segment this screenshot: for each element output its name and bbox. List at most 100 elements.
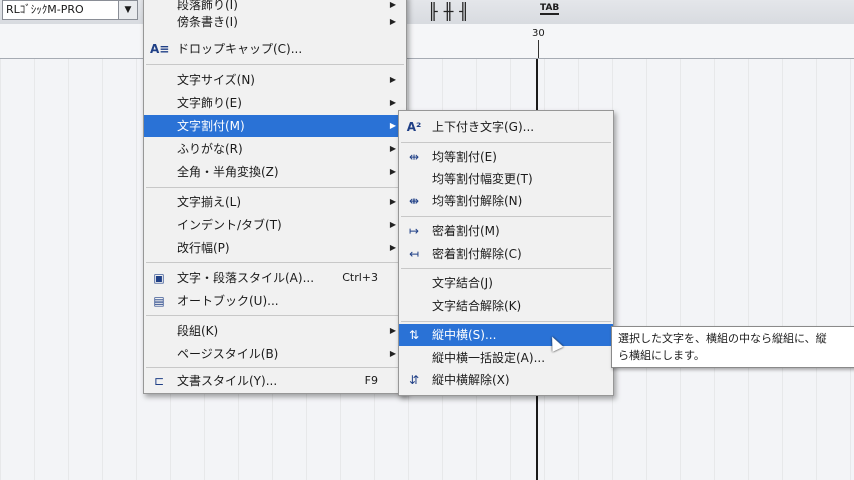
format-menu: 段落飾り(I) ▶ 傍条書き(I) ▶ A≡ ドロップキャップ(C)... 文字… xyxy=(143,0,407,394)
tab-right-icon[interactable]: ╢ xyxy=(459,2,475,21)
submenu-arrow-icon: ▶ xyxy=(389,167,396,176)
menu-separator xyxy=(401,216,611,217)
menu-item-label: ふりがな(R) xyxy=(177,142,243,156)
menu-item-page-style[interactable]: ページスタイル(B) ▶ xyxy=(144,343,406,365)
menu-item-label: オートブック(U)... xyxy=(177,294,279,308)
character-spacing-submenu: A² 上下付き文字(G)... ⇹ 均等割付(E) 均等割付幅変更(T) ⇼ 均… xyxy=(398,110,614,396)
submenu-item-equal-spacing[interactable]: ⇹ 均等割付(E) xyxy=(399,146,613,168)
equal-spacing-icon: ⇹ xyxy=(408,150,420,164)
submenu-arrow-icon: ▶ xyxy=(389,121,396,130)
menu-item-label: インデント/タブ(T) xyxy=(177,218,282,232)
alignment-tools[interactable]: ╟╫╢ xyxy=(428,2,475,21)
submenu-item-superscript[interactable]: A² 上下付き文字(G)... xyxy=(399,116,613,138)
menu-item-drop-cap[interactable]: A≡ ドロップキャップ(C)... xyxy=(144,38,406,60)
menu-item-shortcut: F9 xyxy=(364,374,378,387)
menu-item-width-conversion[interactable]: 全角・半角変換(Z) ▶ xyxy=(144,161,406,183)
document-style-icon: ⊏ xyxy=(153,374,165,388)
submenu-item-tate-chu-yoko-remove[interactable]: ⇵ 縦中横解除(X) xyxy=(399,369,613,391)
tooltip: 選択した文字を、横組の中なら縦組に、縦 ら横組にします。 xyxy=(611,326,854,368)
toolbar: RLｺﾞｼｯｸM-PRO ▼ ╟╫╢ TAB xyxy=(0,0,854,25)
menu-item-columns[interactable]: 段組(K) ▶ xyxy=(144,320,406,342)
font-dropdown-button[interactable]: ▼ xyxy=(118,0,138,20)
menu-item-label: ドロップキャップ(C)... xyxy=(177,42,303,56)
paragraph-style-icon: ▣ xyxy=(153,271,165,285)
tab-center-icon[interactable]: ╫ xyxy=(444,2,460,21)
submenu-arrow-icon: ▶ xyxy=(389,197,396,206)
menu-item-bullets[interactable]: 傍条書き(I) ▶ xyxy=(144,11,406,33)
autobook-icon: ▤ xyxy=(153,294,165,308)
menu-item-label: 全角・半角変換(Z) xyxy=(177,165,279,179)
menu-separator xyxy=(401,142,611,143)
submenu-item-char-combine-remove[interactable]: 文字結合解除(K) xyxy=(399,295,613,317)
menu-item-label: 文字割付(M) xyxy=(177,119,245,133)
submenu-arrow-icon: ▶ xyxy=(389,75,396,84)
menu-item-furigana[interactable]: ふりがな(R) ▶ xyxy=(144,138,406,160)
menu-separator xyxy=(146,367,404,368)
menu-item-font-size[interactable]: 文字サイズ(N) ▶ xyxy=(144,69,406,91)
submenu-item-tate-chu-yoko[interactable]: ⇅ 縦中横(S)... xyxy=(399,324,613,346)
submenu-arrow-icon: ▶ xyxy=(389,220,396,229)
menu-item-label: 文字飾り(E) xyxy=(177,96,242,110)
ruler[interactable]: 30 xyxy=(0,24,854,59)
tate-chu-yoko-icon: ⇅ xyxy=(408,328,420,342)
menu-separator xyxy=(146,187,404,188)
menu-item-alignment[interactable]: 文字揃え(L) ▶ xyxy=(144,191,406,213)
font-name-field[interactable]: RLｺﾞｼｯｸM-PRO xyxy=(2,0,119,20)
superscript-icon: A² xyxy=(406,120,422,134)
submenu-item-label: 密着割付(M) xyxy=(432,224,500,238)
menu-separator xyxy=(146,64,404,65)
tab-left-icon[interactable]: ╟ xyxy=(428,2,444,21)
submenu-item-label: 上下付き文字(G)... xyxy=(432,120,535,134)
submenu-item-tight-spacing[interactable]: ↦ 密着割付(M) xyxy=(399,220,613,242)
submenu-item-char-combine[interactable]: 文字結合(J) xyxy=(399,272,613,294)
submenu-arrow-icon: ▶ xyxy=(389,17,396,26)
menu-item-line-spacing[interactable]: 改行幅(P) ▶ xyxy=(144,237,406,259)
menu-item-label: 文字サイズ(N) xyxy=(177,73,255,87)
submenu-arrow-icon: ▶ xyxy=(389,144,396,153)
menu-item-label: ページスタイル(B) xyxy=(177,347,279,361)
submenu-arrow-icon: ▶ xyxy=(389,326,396,335)
submenu-item-label: 縦中横一括設定(A)... xyxy=(432,351,546,365)
submenu-item-tate-chu-yoko-bulk[interactable]: 縦中横一括設定(A)... xyxy=(399,347,613,369)
menu-item-document-style[interactable]: ⊏ 文書スタイル(Y)... F9 xyxy=(144,370,406,392)
menu-item-character-spacing[interactable]: 文字割付(M) ▶ xyxy=(144,115,406,137)
tight-spacing-icon: ↦ xyxy=(408,224,420,238)
menu-item-character-decoration[interactable]: 文字飾り(E) ▶ xyxy=(144,92,406,114)
submenu-item-tight-spacing-remove[interactable]: ↤ 密着割付解除(C) xyxy=(399,243,613,265)
menu-item-label: 文書スタイル(Y)... xyxy=(177,374,278,388)
submenu-item-label: 均等割付解除(N) xyxy=(432,194,523,208)
ruler-mark: 30 xyxy=(532,28,545,39)
submenu-arrow-icon: ▶ xyxy=(389,349,396,358)
tight-spacing-remove-icon: ↤ xyxy=(408,247,420,261)
menu-separator xyxy=(401,321,611,322)
menu-item-label: 段組(K) xyxy=(177,324,219,338)
menu-item-label: 傍条書き(I) xyxy=(177,15,238,29)
menu-item-shortcut: Ctrl+3 xyxy=(342,271,378,284)
menu-item-paragraph-style[interactable]: ▣ 文字・段落スタイル(A)... Ctrl+3 xyxy=(144,267,406,289)
submenu-item-label: 密着割付解除(C) xyxy=(432,247,522,261)
tooltip-line: ら横組にします。 xyxy=(618,349,705,362)
submenu-arrow-icon: ▶ xyxy=(389,243,396,252)
menu-separator xyxy=(146,315,404,316)
equal-spacing-remove-icon: ⇼ xyxy=(408,194,420,208)
submenu-item-label: 均等割付(E) xyxy=(432,150,497,164)
menu-item-indent-tab[interactable]: インデント/タブ(T) ▶ xyxy=(144,214,406,236)
submenu-item-label: 均等割付幅変更(T) xyxy=(432,172,533,186)
menu-item-label: 文字・段落スタイル(A)... xyxy=(177,271,315,285)
submenu-item-label: 縦中横(S)... xyxy=(432,328,497,342)
submenu-item-label: 文字結合解除(K) xyxy=(432,299,522,313)
menu-item-label: 改行幅(P) xyxy=(177,241,230,255)
submenu-item-equal-spacing-remove[interactable]: ⇼ 均等割付解除(N) xyxy=(399,190,613,212)
submenu-arrow-icon: ▶ xyxy=(389,98,396,107)
menu-item-autobook[interactable]: ▤ オートブック(U)... xyxy=(144,290,406,312)
submenu-item-label: 縦中横解除(X) xyxy=(432,373,510,387)
drop-cap-icon: A≡ xyxy=(150,42,170,56)
submenu-item-equal-spacing-width[interactable]: 均等割付幅変更(T) xyxy=(399,168,613,190)
tab-icon[interactable]: TAB xyxy=(540,3,560,15)
tooltip-line: 選択した文字を、横組の中なら縦組に、縦 xyxy=(618,332,827,345)
menu-separator xyxy=(401,268,611,269)
menu-item-label: 文字揃え(L) xyxy=(177,195,242,209)
submenu-item-label: 文字結合(J) xyxy=(432,276,493,290)
tate-chu-yoko-remove-icon: ⇵ xyxy=(408,373,420,387)
menu-separator xyxy=(146,262,404,263)
